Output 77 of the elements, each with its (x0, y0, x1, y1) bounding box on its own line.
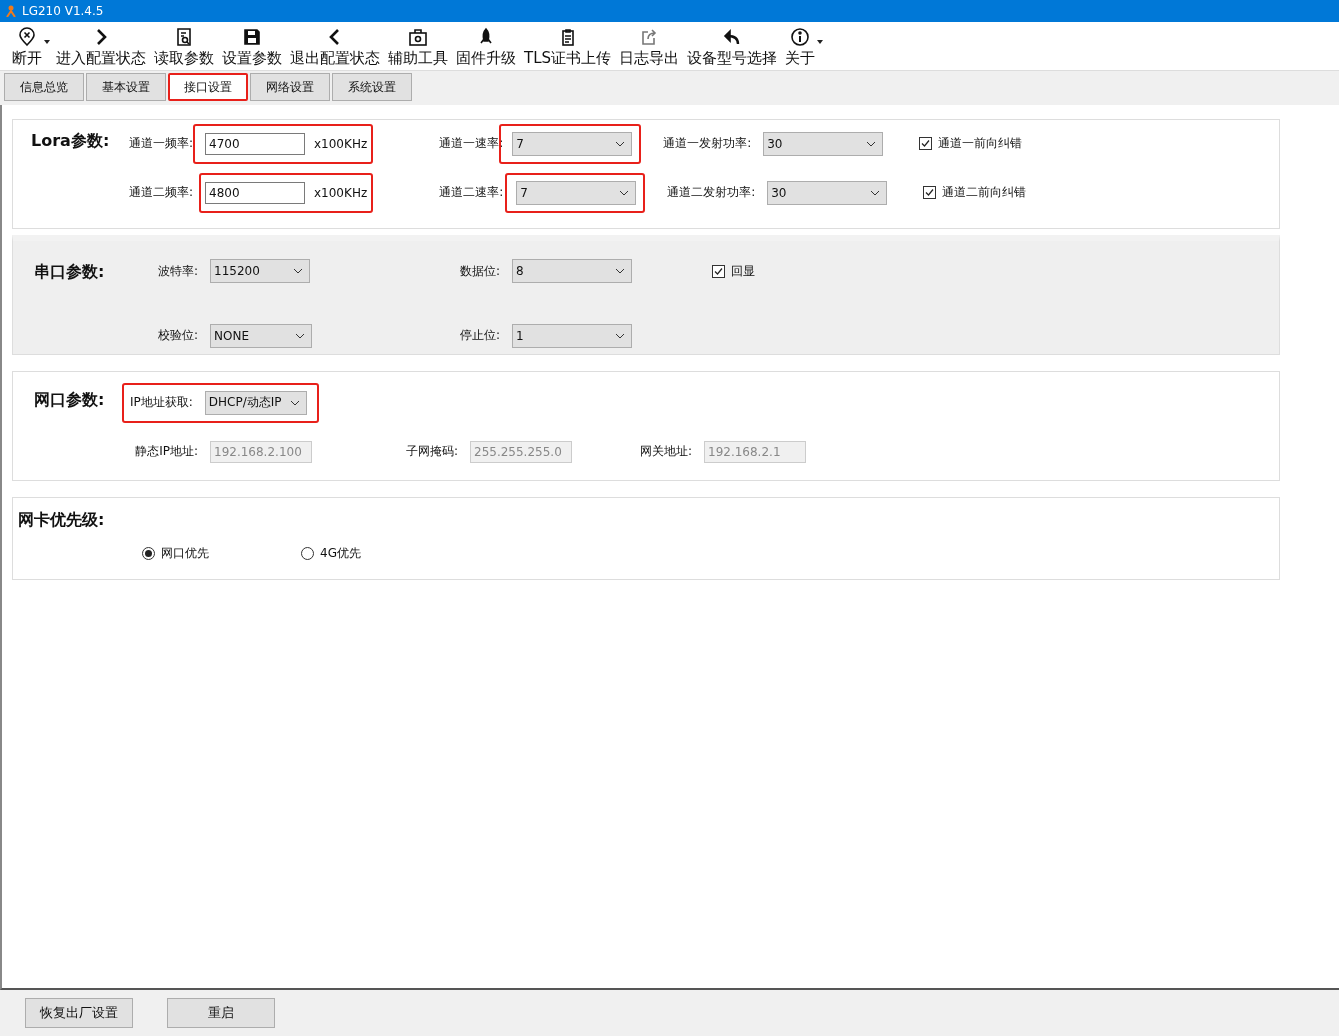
frequency-input[interactable]: 4800 (205, 181, 305, 204)
rate-dropdown[interactable]: 7 (516, 180, 637, 205)
toolbar-button[interactable]: 设置参数 (218, 27, 286, 70)
field-label: 通道一发射功率: (663, 135, 753, 152)
checkbox-label: 通道二前向纠错 (942, 184, 1027, 201)
toolbar-button[interactable]: 进入配置状态 (52, 27, 150, 70)
tab[interactable]: 基本设置 (86, 73, 166, 101)
field-label: 静态IP地址: (134, 443, 198, 460)
chevron-icon (289, 399, 300, 406)
tab[interactable]: 接口设置 (168, 73, 248, 101)
tab[interactable]: 信息总览 (4, 73, 84, 101)
toolbar-button[interactable]: 断开 (8, 27, 46, 70)
chevron-icon (615, 332, 625, 339)
radio-button[interactable] (142, 547, 155, 560)
document-search-icon (174, 27, 194, 47)
checkbox[interactable] (712, 264, 725, 278)
toolbar-button[interactable]: TLS证书上传 (520, 27, 616, 70)
field-label: 通道二发射功率: (667, 184, 757, 201)
chevron-icon (615, 140, 626, 147)
action-button[interactable]: 重启 (167, 998, 275, 1028)
window-title: LG210 V1.4.5 (22, 4, 104, 18)
frequency-input[interactable]: 4700 (205, 132, 305, 155)
field-label: 子网掩码: (404, 443, 458, 460)
toolbar-button[interactable]: 关于 (781, 27, 820, 70)
chevron-icon (295, 332, 305, 339)
info-icon (790, 27, 811, 47)
toolbar-button[interactable]: 固件升级 (452, 27, 520, 70)
checkbox[interactable] (923, 186, 937, 199)
unit-label: x100KHz (314, 136, 368, 151)
tab[interactable]: 系统设置 (332, 73, 412, 101)
toolbar-button[interactable]: 设备型号选择 (683, 27, 782, 70)
field-label: 网关地址: (638, 443, 692, 460)
rate-dropdown[interactable]: 7 (512, 131, 633, 156)
parity-dropdown[interactable]: NONE (210, 323, 312, 348)
save-icon (242, 27, 262, 47)
toolbox-icon (408, 27, 428, 47)
baud-rate-dropdown[interactable]: 115200 (210, 259, 310, 284)
ip-mode-dropdown[interactable]: DHCP/动态IP (204, 390, 307, 415)
section-title: 网口参数: (34, 389, 106, 411)
field-label: 数据位: (458, 262, 500, 280)
checkbox[interactable] (919, 137, 933, 150)
pin-x-icon (17, 27, 37, 47)
app-icon (6, 5, 16, 17)
stop-bits-dropdown[interactable]: 1 (512, 323, 632, 348)
chevron-icon (615, 268, 625, 275)
toolbar-button[interactable]: 辅助工具 (384, 27, 452, 70)
caret-icon[interactable] (44, 40, 50, 44)
field-label: 停止位: (458, 327, 500, 345)
field-label: 通道一频率: (129, 135, 195, 152)
radio-label: 4G优先 (320, 545, 361, 562)
field-label: 通道二频率: (129, 184, 195, 201)
toolbar-button[interactable]: 退出配置状态 (286, 27, 384, 70)
unit-label: x100KHz (314, 185, 368, 200)
radio-label: 网口优先 (161, 545, 209, 562)
toolbar-button[interactable]: 读取参数 (150, 27, 218, 70)
checkbox-label: 回显 (731, 262, 755, 280)
tab[interactable]: 网络设置 (250, 73, 330, 101)
action-button[interactable]: 恢复出厂设置 (25, 998, 133, 1028)
field-label: 通道二速率: (439, 184, 505, 201)
power-dropdown[interactable]: 30 (763, 131, 884, 156)
power-dropdown[interactable]: 30 (767, 180, 888, 205)
section-title: Lora参数: (31, 130, 111, 152)
field-label: IP地址获取: (130, 394, 193, 411)
section-title: 串口参数: (34, 261, 106, 283)
caret-icon[interactable] (817, 40, 824, 44)
chevron-icon (293, 268, 303, 275)
section-title: 网卡优先级: (18, 510, 106, 531)
chevron-icon (619, 189, 630, 196)
field-label: 通道一速率: (439, 135, 505, 152)
data-bits-dropdown[interactable]: 8 (512, 259, 632, 284)
chevron-icon (870, 189, 881, 196)
checkbox-label: 通道一前向纠错 (938, 135, 1023, 152)
toolbar-button[interactable]: 日志导出 (615, 27, 684, 70)
field-label: 波特率: (156, 262, 198, 280)
chevron-icon (866, 140, 877, 147)
radio-button[interactable] (301, 547, 314, 560)
field-label: 校验位: (156, 327, 198, 345)
